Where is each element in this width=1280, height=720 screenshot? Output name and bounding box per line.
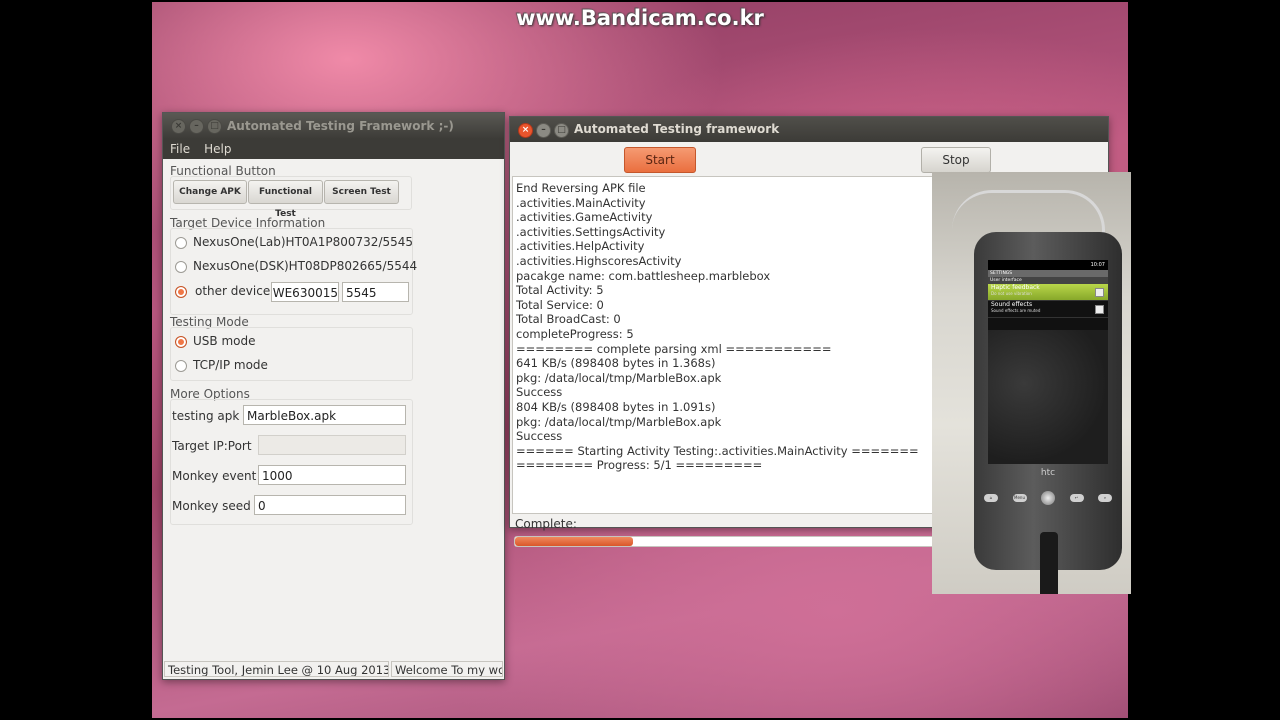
menu-help[interactable]: Help [204, 139, 231, 159]
home-key-icon: ⌂ [984, 494, 998, 502]
target-ip-field [258, 435, 406, 455]
phone-device: 10:07 SETTINGS User interface Haptic fee… [974, 232, 1122, 570]
maximize-icon[interactable]: □ [554, 123, 569, 138]
device-2-label: NexusOne(DSK)HT08DP802665/5544 [193, 259, 418, 273]
close-icon[interactable]: × [171, 119, 186, 134]
device-2-radio[interactable] [175, 261, 187, 273]
checkbox-icon [1095, 305, 1104, 314]
phone-brand: htc [1040, 468, 1056, 478]
progress-fill [515, 537, 633, 546]
testing-apk-field[interactable]: MarbleBox.apk [243, 405, 406, 425]
phone-row-haptic-title: Haptic feedback [991, 284, 1040, 291]
minimize-icon[interactable]: – [536, 123, 551, 138]
minimize-icon[interactable]: – [189, 119, 204, 134]
functional-test-button[interactable]: Functional Test [248, 180, 323, 219]
maximize-icon[interactable]: □ [207, 119, 222, 134]
phone-row-sound: Sound effects Sound effects are muted [988, 301, 1108, 318]
phone-settings-header: SETTINGS [988, 270, 1108, 277]
close-icon[interactable]: × [518, 123, 533, 138]
phone-hardware-keys: ⌂ Menu ↩ ⌕ [984, 486, 1112, 510]
usb-cable [1040, 532, 1058, 594]
testing-apk-label: testing apk [172, 409, 240, 423]
tcpip-mode-label: TCP/IP mode [193, 358, 268, 372]
main-window: × – □ Automated Testing Framework ;-) Fi… [162, 112, 505, 680]
back-key-icon: ↩ [1069, 494, 1084, 502]
screen-reflection [988, 330, 1108, 464]
start-button[interactable]: Start [624, 147, 696, 173]
usb-mode-radio[interactable] [175, 336, 187, 348]
test-window-titlebar[interactable]: × – □ Automated Testing framework [510, 117, 1108, 142]
watermark: www.Bandicam.co.kr [516, 6, 764, 30]
phone-row-sound-title: Sound effects [991, 301, 1033, 308]
menu-key: Menu [1012, 494, 1027, 502]
target-ip-label: Target IP:Port [172, 439, 252, 453]
other-serial-field[interactable]: WE630015 [271, 282, 339, 302]
main-window-titlebar[interactable]: × – □ Automated Testing Framework ;-) [163, 113, 504, 139]
device-other-radio[interactable] [175, 286, 187, 298]
stop-button[interactable]: Stop [921, 147, 991, 173]
phone-row-haptic-sub: Do not use vibration [991, 291, 1032, 296]
menubar: File Help [163, 139, 504, 159]
test-window-title: Automated Testing framework [574, 122, 780, 136]
trackball-icon [1041, 491, 1055, 505]
other-port-field[interactable]: 5545 [342, 282, 409, 302]
statusbar: Testing Tool, Jemin Lee @ 10 Aug 2013 We… [163, 659, 504, 679]
tcpip-mode-radio[interactable] [175, 360, 187, 372]
menu-file[interactable]: File [170, 139, 190, 159]
phone-row-haptic: Haptic feedback Do not use vibration [988, 284, 1108, 301]
status-author: Testing Tool, Jemin Lee @ 10 Aug 2013 [164, 661, 389, 677]
phone-row-sound-sub: Sound effects are muted [991, 308, 1041, 313]
search-key-icon: ⌕ [1098, 494, 1112, 502]
status-welcome: Welcome To my world [391, 661, 503, 677]
monkey-seed-field[interactable]: 0 [254, 495, 406, 515]
phone-screen: 10:07 SETTINGS User interface Haptic fee… [988, 260, 1108, 464]
monkey-seed-label: Monkey seed [172, 499, 251, 513]
phone-section-label: User interface [988, 277, 1108, 284]
device-1-label: NexusOne(Lab)HT0A1P800732/5545 [193, 235, 414, 249]
screen-test-button[interactable]: Screen Test [324, 180, 399, 204]
usb-mode-label: USB mode [193, 334, 256, 348]
main-window-title: Automated Testing Framework ;-) [227, 119, 454, 133]
phone-status-time: 10:07 [988, 260, 1108, 270]
complete-label: Complete: [515, 517, 577, 531]
monkey-event-label: Monkey event [172, 469, 257, 483]
device-other-label: other device [195, 284, 271, 298]
monkey-event-field[interactable]: 1000 [258, 465, 406, 485]
checkbox-icon [1095, 288, 1104, 297]
change-apk-button[interactable]: Change APK [173, 180, 247, 204]
device-1-radio[interactable] [175, 237, 187, 249]
phone-photo: 10:07 SETTINGS User interface Haptic fee… [932, 172, 1131, 594]
